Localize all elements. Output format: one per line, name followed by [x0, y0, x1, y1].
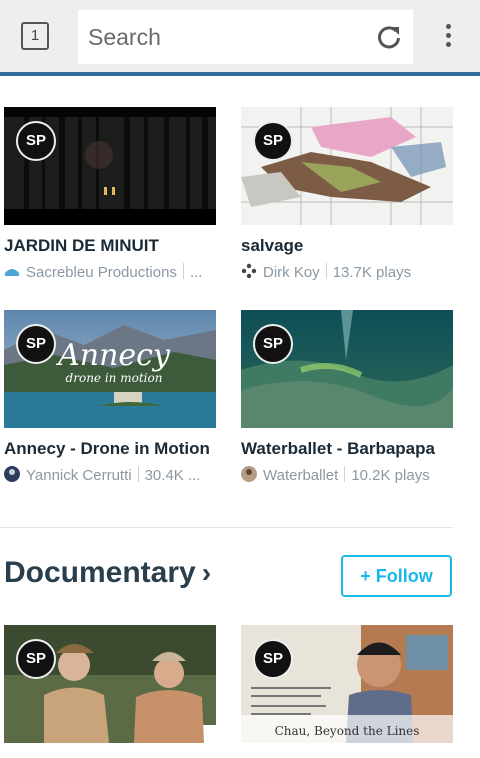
video-thumbnail[interactable]: Annecy drone in motion SP	[4, 310, 216, 428]
video-card[interactable]: SP Waterballet - Barbapapa Waterballet 10…	[241, 310, 453, 490]
channel-avatar-icon	[4, 466, 20, 482]
video-thumbnail[interactable]: SP	[241, 310, 453, 428]
follow-button[interactable]: + Follow	[341, 555, 452, 597]
video-thumbnail[interactable]: SP	[4, 625, 216, 743]
video-meta: Waterballet 10.2K plays	[241, 466, 453, 486]
section-title-text[interactable]: Documentary	[4, 556, 196, 589]
sp-badge-icon: SP	[16, 639, 56, 679]
video-author[interactable]: Dirk Koy	[263, 264, 320, 281]
video-plays: 30.4K ...	[144, 467, 201, 484]
video-author[interactable]: Waterballet	[263, 467, 338, 484]
sp-badge-icon: SP	[16, 324, 56, 364]
sp-badge-icon: SP	[253, 639, 293, 679]
overflow-menu-icon[interactable]	[438, 24, 458, 50]
video-plays: 13.7K plays	[332, 264, 412, 281]
channel-avatar-icon	[241, 466, 257, 482]
meta-separator	[182, 263, 184, 279]
thumbnail-overlay-subtitle: drone in motion	[66, 371, 163, 385]
video-card[interactable]: SP salvage Dirk Koy 13.7K plays	[241, 107, 453, 287]
video-thumbnail[interactable]: SP	[4, 107, 216, 225]
channel-avatar-icon	[5, 269, 19, 276]
chevron-right-icon[interactable]: ›	[202, 557, 211, 589]
thumbnail-caption: Chau, Beyond the Lines	[275, 724, 420, 738]
video-title[interactable]: JARDIN DE MINUIT	[4, 236, 216, 256]
channel-avatar-icon	[241, 263, 257, 279]
sp-badge-icon: SP	[253, 121, 293, 161]
sp-badge-icon: SP	[16, 121, 56, 161]
video-thumbnail[interactable]: SP	[241, 107, 453, 225]
reload-icon[interactable]	[375, 23, 403, 51]
thumbnail-overlay-title: Annecy	[55, 338, 171, 373]
video-meta: Dirk Koy 13.7K plays	[241, 263, 453, 283]
tab-switcher-button[interactable]: 1	[21, 22, 49, 50]
video-author[interactable]: Yannick Cerrutti	[26, 467, 132, 484]
section-title[interactable]: Documentary ›	[4, 556, 211, 590]
meta-separator	[344, 466, 346, 482]
video-title[interactable]: Waterballet - Barbapapa	[241, 439, 453, 459]
video-card[interactable]: Chau, Beyond the Lines SP	[241, 625, 453, 743]
search-input[interactable]	[88, 22, 358, 52]
video-plays: 10.2K plays	[351, 467, 430, 484]
meta-separator	[325, 263, 327, 279]
section-divider	[0, 527, 453, 528]
video-title[interactable]: salvage	[241, 236, 453, 256]
video-plays: ...	[189, 264, 203, 281]
video-author[interactable]: Sacrebleu Productions	[26, 264, 177, 281]
video-title[interactable]: Annecy - Drone in Motion	[4, 439, 216, 459]
video-card[interactable]: SP JARDIN DE MINUIT Sacrebleu Production…	[4, 107, 216, 287]
video-card[interactable]: Annecy drone in motion SP Annecy - Drone…	[4, 310, 216, 490]
video-meta: Sacrebleu Productions...	[4, 263, 216, 283]
toolbar-underline	[0, 72, 480, 76]
meta-separator	[137, 466, 139, 482]
browser-toolbar: 1	[0, 0, 480, 72]
sp-badge-icon: SP	[253, 324, 293, 364]
search-box[interactable]	[78, 10, 413, 64]
video-meta: Yannick Cerrutti 30.4K ...	[4, 466, 216, 486]
video-card[interactable]: SP	[4, 625, 216, 743]
video-thumbnail[interactable]: Chau, Beyond the Lines SP	[241, 625, 453, 743]
